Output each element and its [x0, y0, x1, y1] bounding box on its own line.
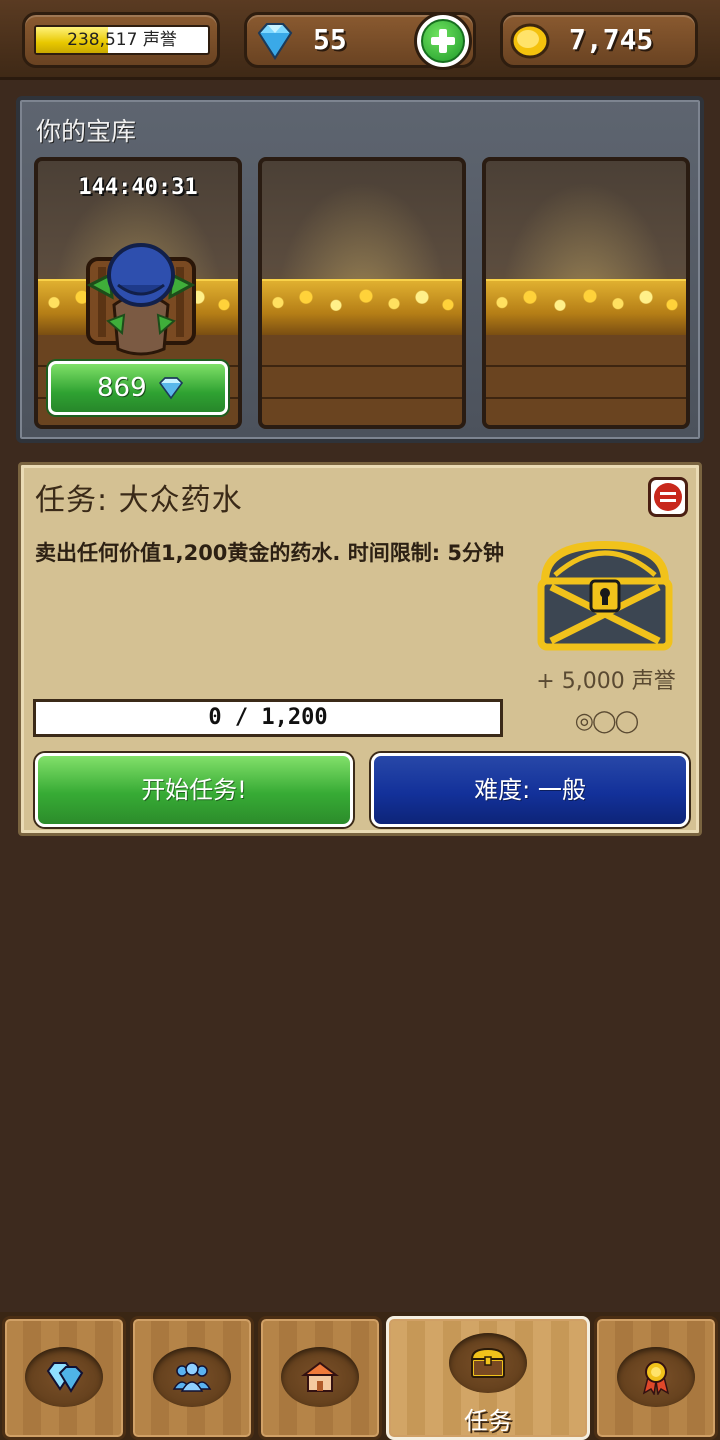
quest-reward: + 5,000 声誉: [536, 669, 676, 694]
bottom-nav: 任务: [0, 1312, 720, 1440]
slot-timer: 144:40:31: [78, 175, 198, 200]
fame-text: 238,517 声誉: [67, 30, 177, 50]
quest-panel: 任务: 大众药水 卖出任何价值1,200黄金的药水. 时间限制: 5分钟 + 5…: [18, 462, 702, 836]
goblin-thief-icon: [86, 243, 196, 356]
gold-coin-icon: [510, 23, 550, 59]
quest-options-button[interactable]: [648, 477, 688, 517]
difficulty-button[interactable]: 难度: 一般: [371, 753, 689, 827]
quest-progress-text: 0 / 1,200: [208, 705, 328, 730]
nav-tab-customers[interactable]: [130, 1316, 254, 1440]
start-quest-label: 开始任务!: [141, 776, 247, 804]
nav-tab-gems[interactable]: [2, 1316, 126, 1440]
vault-panel: 你的宝库 144:40:31 869: [16, 96, 704, 443]
shop-icon: [301, 1361, 339, 1392]
vault-unlock-button[interactable]: 869: [48, 361, 228, 415]
fame-progress-bar: 238,517 声誉: [34, 25, 210, 55]
quest-progress-bar: 0 / 1,200: [33, 699, 503, 737]
diamond-icon: [257, 23, 293, 60]
nav-badge: [153, 1347, 231, 1407]
customers-icon: [172, 1362, 212, 1392]
quest-title: 任务: 大众药水: [35, 483, 243, 518]
nav-badge: [281, 1347, 359, 1407]
nav-tab-quests[interactable]: 任务: [386, 1316, 590, 1440]
plus-icon: [421, 19, 465, 63]
nav-tab-label: 任务: [464, 1407, 512, 1435]
unlock-price: 869: [97, 373, 147, 403]
diamond-icon: [159, 377, 183, 400]
gems-icon: [46, 1362, 84, 1393]
wooden-floor: [262, 335, 462, 425]
nav-badge: [449, 1333, 527, 1393]
difficulty-label: 难度: 一般: [474, 776, 586, 804]
quest-description: 卖出任何价值1,200黄金的药水. 时间限制: 5分钟: [35, 541, 505, 565]
nav-tab-achievements[interactable]: [594, 1316, 718, 1440]
treasure-chest-icon: [537, 540, 673, 651]
gold-count: 7,745: [569, 23, 654, 56]
quest-chest-icon: [470, 1347, 506, 1378]
vault-title: 你的宝库: [36, 117, 137, 146]
wooden-floor: [486, 335, 686, 425]
nav-tab-shop[interactable]: [258, 1316, 382, 1440]
gold-pile: [262, 279, 462, 335]
gold-pile: [486, 279, 686, 335]
vault-slot-1[interactable]: 144:40:31 869: [34, 157, 242, 429]
gold-counter: 7,745: [500, 12, 698, 68]
buy-gems-button[interactable]: [414, 12, 472, 70]
quest-rank-indicator: ◎◯◯: [574, 709, 639, 734]
nav-badge: [617, 1347, 695, 1407]
fame-counter: 238,517 声誉: [22, 12, 220, 68]
top-resource-bar: 238,517 声誉 55 7,745: [0, 0, 720, 80]
start-quest-button[interactable]: 开始任务!: [35, 753, 353, 827]
nav-badge: [25, 1347, 103, 1407]
swap-icon: [654, 483, 682, 511]
gems-count: 55: [313, 23, 347, 56]
vault-slot-2[interactable]: [258, 157, 466, 429]
vault-slot-3[interactable]: [482, 157, 690, 429]
achievement-medal-icon: [642, 1361, 670, 1395]
